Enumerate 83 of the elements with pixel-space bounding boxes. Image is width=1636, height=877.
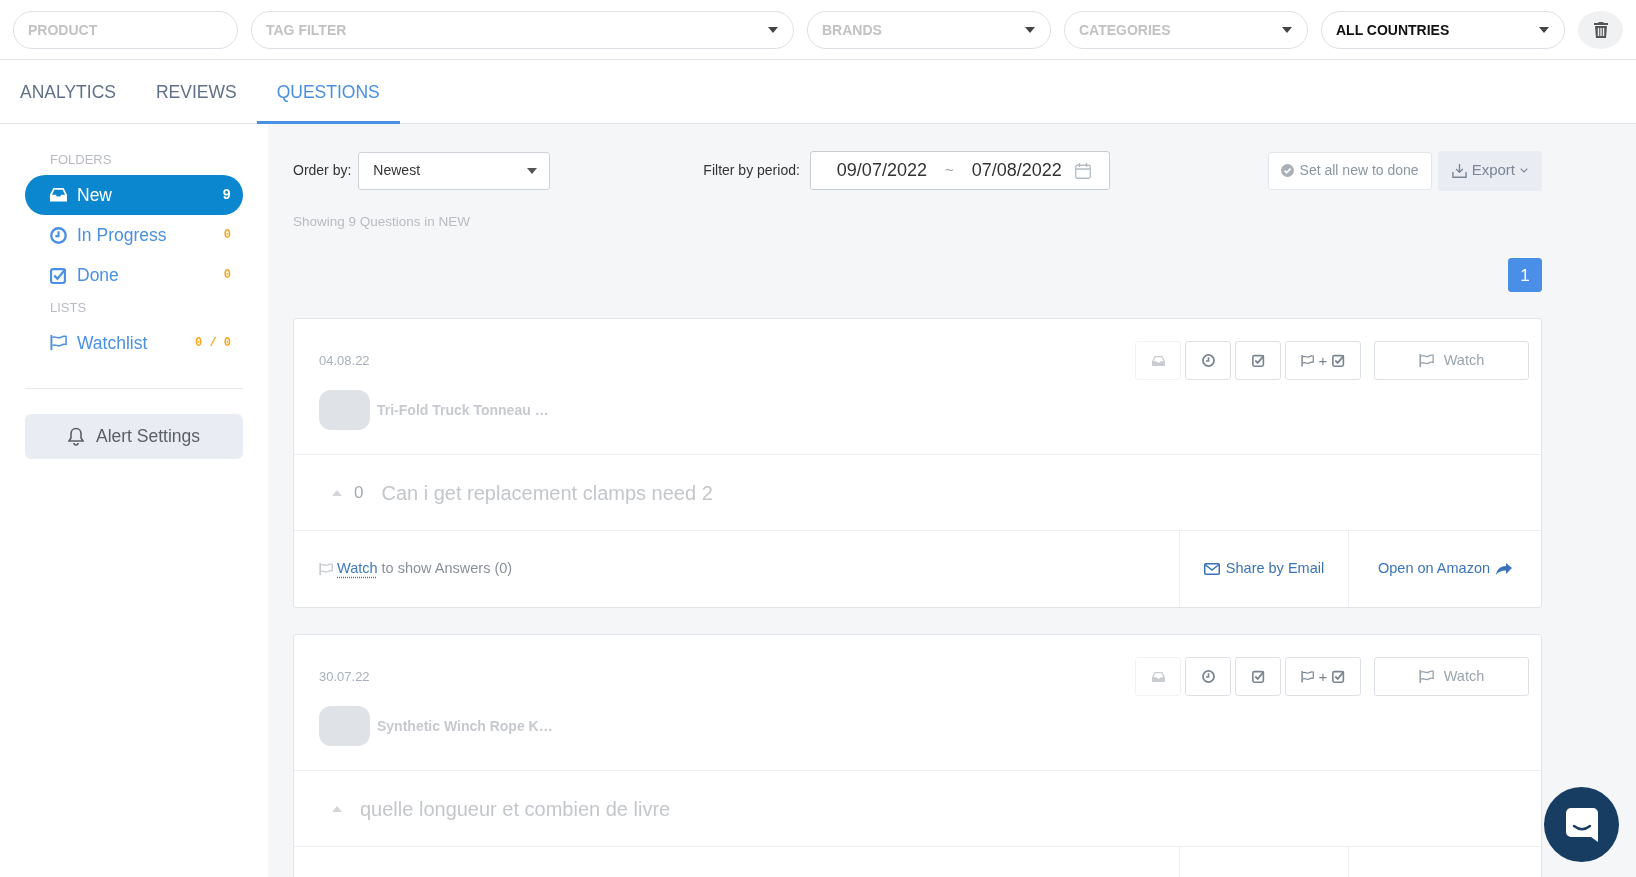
period-label: Filter by period: [703,161,800,180]
order-by-label: Order by: [293,161,352,180]
dropdown-field[interactable]: CATEGORIES [1064,10,1308,49]
check-circle-icon [1280,164,1294,177]
checkbox-icon [1251,670,1265,684]
watch-button[interactable]: Watch [1374,657,1529,697]
sidebar-item[interactable]: Watchlist 0 / 0 [25,323,243,363]
share-arrow-icon [1496,562,1513,576]
flag-icon [1418,670,1434,684]
flag-icon [1300,354,1314,367]
checkbox-icon [1332,670,1346,684]
envelope-icon [1203,563,1220,576]
chevron-down-icon [1520,168,1528,173]
date-range-field[interactable]: 09/07/2022 ~ 07/08/2022 [809,151,1110,190]
alert-settings-button[interactable]: Alert Settings [25,414,243,459]
item-count: 0 / 0 [195,335,231,352]
question-date: 04.08.22 [319,352,370,370]
clock-icon [1201,670,1215,684]
export-button[interactable]: Export [1437,150,1542,191]
question-text: Can i get replacement clamps need 2 [381,480,713,506]
inbox-icon [1151,355,1165,366]
flag-icon [1418,354,1434,368]
watch-and-done-button[interactable]: + [1285,657,1361,697]
inbox-icon [50,188,67,202]
watch-button[interactable]: Watch [1374,341,1529,381]
flag-icon [50,335,67,351]
watch-link[interactable]: Watch [337,560,378,577]
plus-sign: + [1318,666,1328,687]
bell-icon [67,427,84,446]
trash-icon [1593,21,1608,38]
watch-and-done-button[interactable]: + [1285,341,1361,381]
vote-count: 0 [354,482,364,504]
set-all-done-button[interactable]: Set all new to done [1267,151,1432,190]
sidebar-item[interactable]: New 9 [25,175,243,215]
dropdown-field[interactable]: ALL COUNTRIES [1321,10,1565,49]
sidebar-item[interactable]: Done 0 [25,255,243,295]
done-button[interactable] [1235,341,1281,381]
end-date: 07/08/2022 [971,159,1062,182]
answers-note: Watch to show Answers (0) [337,559,513,579]
page-button[interactable]: 1 [1508,258,1542,293]
done-button[interactable] [1235,657,1281,697]
open-amazon-link[interactable]: Open on Amazon [1377,558,1513,581]
tab[interactable]: ANALYTICS [0,60,136,124]
tab[interactable]: REVIEWS [135,60,257,124]
caret-icon [768,26,778,33]
in-progress-button[interactable] [1185,657,1231,697]
checkbox-icon [1251,354,1265,368]
checkbox-icon [50,266,67,284]
flag-icon [1300,670,1314,683]
clock-icon [1201,354,1215,368]
order-select[interactable]: Newest [358,151,551,190]
in-progress-button[interactable] [1185,341,1231,381]
item-count: 0 [223,267,231,284]
caret-icon [527,167,538,174]
search-field[interactable]: PRODUCT [13,10,238,49]
share-email-link[interactable]: Share by Email [1203,558,1325,581]
section-heading: FOLDERS [49,151,113,169]
upvote-icon [332,805,342,812]
caret-icon [1539,26,1549,33]
download-icon [1451,163,1467,178]
photo-placeholder [319,390,370,431]
dropdown-field[interactable]: TAG FILTER [251,10,794,49]
chat-icon [1565,807,1598,842]
checkbox-icon [1332,354,1346,368]
date-separator: ~ [944,160,954,181]
dropdown-field[interactable]: BRANDS [807,10,1051,49]
clock-icon [50,226,67,244]
sidebar-item[interactable]: In Progress 0 [25,215,243,255]
question-date: 30.07.22 [319,668,370,686]
question-text: quelle longueur et combien de livre [360,796,671,822]
flag-icon [319,563,333,576]
upvote-icon [332,489,342,496]
inbox-icon [1151,671,1165,682]
caret-icon [1025,26,1035,33]
item-count: 9 [222,185,231,205]
caret-icon [1282,26,1292,33]
section-heading: LISTS [49,299,88,317]
calendar-icon [1074,162,1091,179]
item-count: 0 [223,227,231,244]
start-date: 09/07/2022 [836,159,927,182]
photo-placeholder [319,706,370,747]
plus-sign: + [1318,350,1328,371]
delete-button[interactable] [1578,10,1623,49]
